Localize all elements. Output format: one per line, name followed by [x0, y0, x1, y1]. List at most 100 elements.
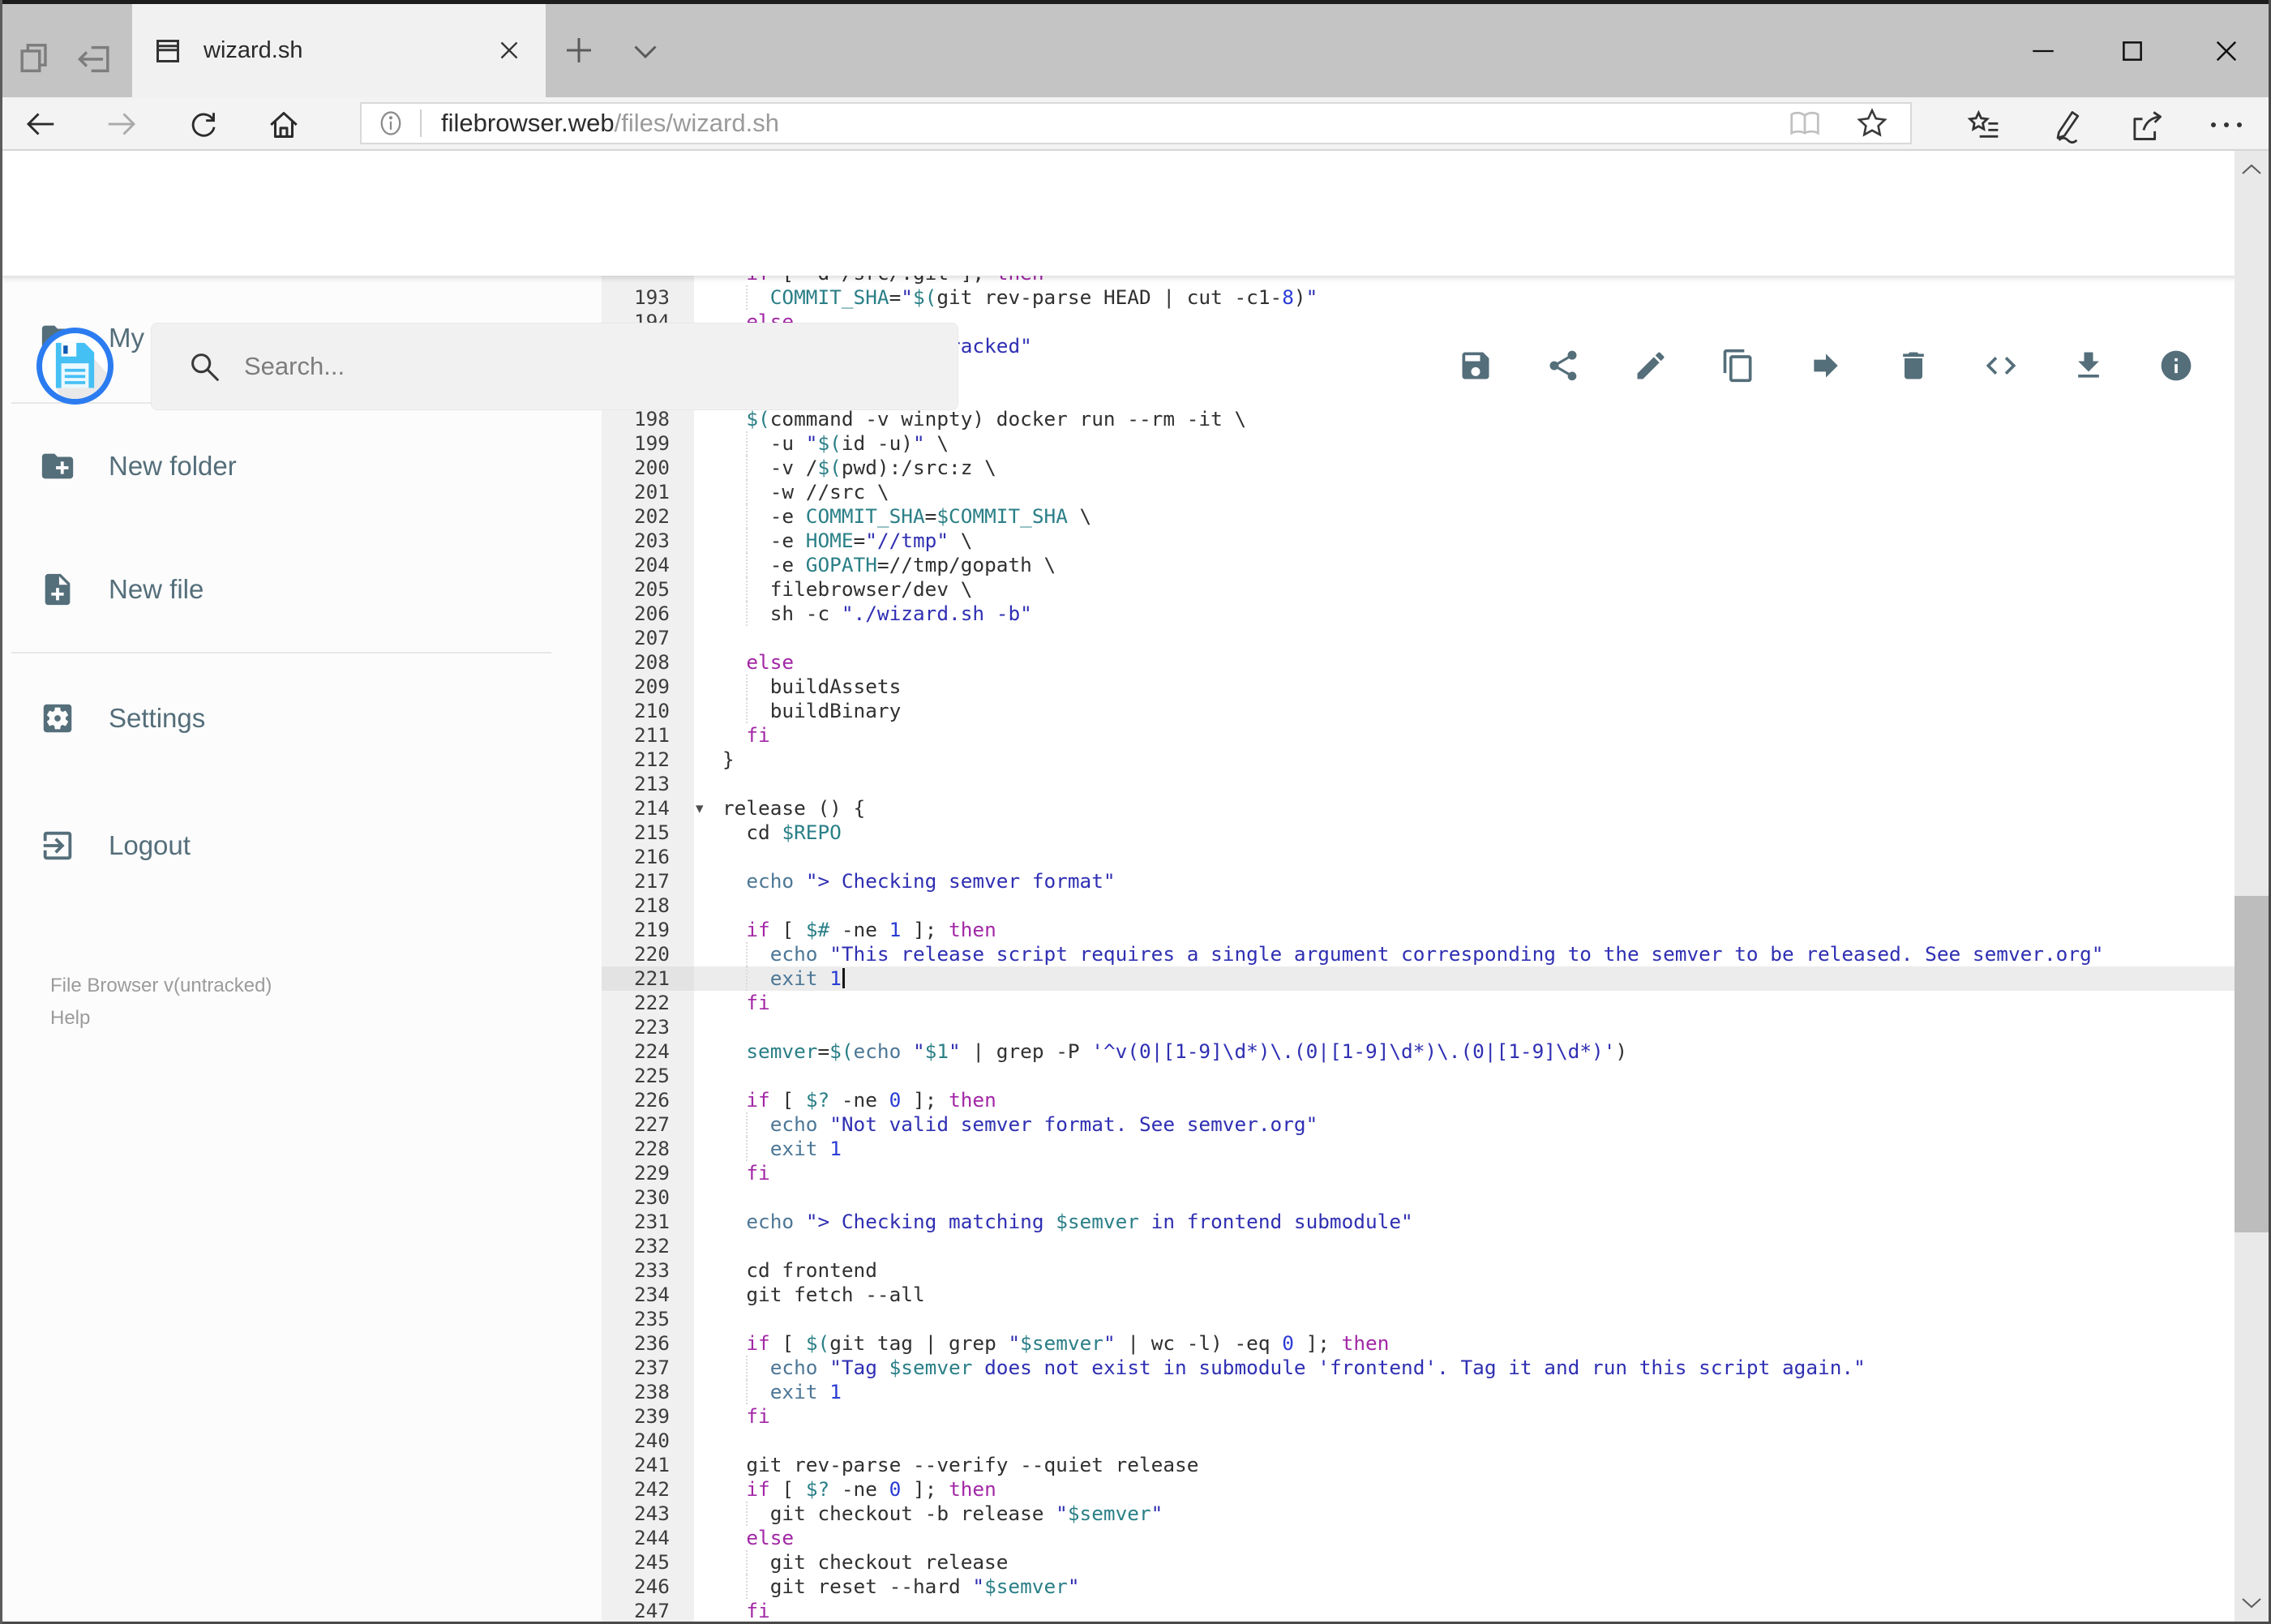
indent-guide: [746, 480, 748, 504]
code-line[interactable]: 200 -v /$(pwd):/src:z \: [602, 456, 2271, 480]
code-line[interactable]: 229 fi: [602, 1161, 2271, 1185]
help-link[interactable]: Help: [50, 1007, 90, 1030]
code-line[interactable]: 224 semver=$(echo "$1" | grep -P '^v(0|[…: [602, 1039, 2271, 1064]
code-line[interactable]: 225: [602, 1064, 2271, 1088]
sidebar-item-settings[interactable]: Settings: [0, 678, 602, 759]
move-icon[interactable]: [1808, 348, 1844, 384]
code-line[interactable]: 247 fi: [602, 1599, 2271, 1623]
app-version-link[interactable]: File Browser v(untracked): [50, 975, 272, 997]
new-tab-button[interactable]: [563, 34, 595, 66]
refresh-button[interactable]: [186, 108, 221, 140]
code-line[interactable]: 201 -w //src \: [602, 480, 2271, 504]
code-line[interactable]: 217 echo "> Checking semver format": [602, 869, 2271, 893]
tab-list-chevron-icon[interactable]: [629, 42, 662, 63]
code-line[interactable]: 232: [602, 1234, 2271, 1258]
code-line[interactable]: 202 -e COMMIT_SHA=$COMMIT_SHA \: [602, 504, 2271, 529]
window-close-button[interactable]: [2186, 20, 2267, 81]
address-bar-separator: [420, 109, 422, 137]
code-line[interactable]: 244 else: [602, 1526, 2271, 1550]
scroll-up-icon[interactable]: [2235, 156, 2269, 183]
code-line[interactable]: 233 cd frontend: [602, 1258, 2271, 1283]
code-line[interactable]: 220 echo "This release script requires a…: [602, 942, 2271, 966]
code-line[interactable]: 245 git checkout release: [602, 1550, 2271, 1575]
add-favorite-star-icon[interactable]: [1855, 106, 1889, 140]
code-line[interactable]: 203 -e HOME="//tmp" \: [602, 529, 2271, 553]
code-line[interactable]: 218: [602, 893, 2271, 918]
code-line[interactable]: 228 exit 1: [602, 1137, 2271, 1161]
scrollbar-thumb[interactable]: [2235, 896, 2269, 1232]
code-line[interactable]: 207: [602, 626, 2271, 650]
code-line[interactable]: 213: [602, 772, 2271, 796]
code-line[interactable]: 221 exit 1: [602, 966, 2271, 991]
code-line[interactable]: 208 else: [602, 650, 2271, 675]
home-button[interactable]: [266, 108, 302, 142]
more-options-icon[interactable]: [2207, 117, 2246, 133]
share-file-icon[interactable]: [1545, 348, 1581, 384]
info-icon[interactable]: [2158, 348, 2194, 384]
code-line[interactable]: 237 echo "Tag $semver does not exist in …: [602, 1356, 2271, 1380]
code-line[interactable]: 238 exit 1: [602, 1380, 2271, 1404]
code-line[interactable]: 198 $(command -v winpty) docker run --rm…: [602, 407, 2271, 431]
code-line[interactable]: 236 if [ $(git tag | grep "$semver" | wc…: [602, 1331, 2271, 1356]
address-bar[interactable]: filebrowser.web/files/wizard.sh: [360, 102, 1912, 144]
code-line[interactable]: 222 fi: [602, 991, 2271, 1015]
code-line[interactable]: 206 sh -c "./wizard.sh -b": [602, 602, 2271, 626]
code-line[interactable]: 242 if [ $? -ne 0 ]; then: [602, 1477, 2271, 1502]
scroll-down-icon[interactable]: [2235, 1589, 2269, 1617]
back-button[interactable]: [23, 108, 58, 140]
code-line[interactable]: 209 buildAssets: [602, 675, 2271, 699]
code-line[interactable]: 199 -u "$(id -u)" \: [602, 431, 2271, 456]
code-line[interactable]: 230: [602, 1185, 2271, 1210]
code-line[interactable]: 193 COMMIT_SHA="$(git rev-parse HEAD | c…: [602, 285, 2271, 310]
code-line[interactable]: 210 buildBinary: [602, 699, 2271, 723]
code-line[interactable]: 240: [602, 1429, 2271, 1453]
code-line[interactable]: 214 ▾ release () {: [602, 796, 2271, 821]
save-icon[interactable]: [1458, 348, 1493, 384]
search-box[interactable]: [151, 323, 958, 410]
site-info-icon[interactable]: [376, 109, 405, 138]
code-line[interactable]: if [ -d /src/.git ]; then: [602, 276, 2271, 285]
forward-button[interactable]: [104, 108, 139, 140]
sidebar-item-logout[interactable]: Logout: [0, 805, 602, 886]
code-line[interactable]: 241 git rev-parse --verify --quiet relea…: [602, 1453, 2271, 1477]
tab-close-icon[interactable]: [494, 35, 525, 66]
code-line[interactable]: 212}: [602, 748, 2271, 772]
code-line[interactable]: 216: [602, 845, 2271, 869]
code-line[interactable]: 215 cd $REPO: [602, 821, 2271, 845]
code-line[interactable]: 246 git reset --hard "$semver": [602, 1575, 2271, 1599]
tab-preview-icon[interactable]: [16, 41, 54, 78]
sidebar-item-new-file[interactable]: New file: [0, 549, 602, 630]
code-line[interactable]: 234 git fetch --all: [602, 1283, 2271, 1307]
code-line[interactable]: 243 git checkout -b release "$semver": [602, 1502, 2271, 1526]
set-tabs-aside-icon[interactable]: [76, 41, 114, 78]
code-line[interactable]: 205 filebrowser/dev \: [602, 577, 2271, 602]
code-line[interactable]: 204 -e GOPATH=//tmp/gopath \: [602, 553, 2271, 577]
share-icon[interactable]: [2129, 109, 2165, 143]
window-minimize-button[interactable]: [2003, 20, 2084, 81]
code-line[interactable]: 226 if [ $? -ne 0 ]; then: [602, 1088, 2271, 1112]
search-input[interactable]: [242, 351, 958, 382]
window-maximize-button[interactable]: [2092, 20, 2173, 81]
delete-icon[interactable]: [1896, 348, 1931, 384]
code-line[interactable]: 239 fi: [602, 1404, 2271, 1429]
code-line[interactable]: 223: [602, 1015, 2271, 1039]
url-text[interactable]: filebrowser.web/files/wizard.sh: [441, 109, 779, 138]
code-line[interactable]: 211 fi: [602, 723, 2271, 748]
filebrowser-logo[interactable]: [36, 328, 114, 405]
edit-icon[interactable]: [1633, 348, 1669, 384]
download-icon[interactable]: [2071, 348, 2106, 384]
code-line[interactable]: 227 echo "Not valid semver format. See s…: [602, 1112, 2271, 1137]
code-line[interactable]: 231 echo "> Checking matching $semver in…: [602, 1210, 2271, 1234]
page-scrollbar[interactable]: [2235, 151, 2269, 1622]
reading-view-icon[interactable]: [1787, 108, 1823, 139]
code-line[interactable]: 219 if [ $# -ne 1 ]; then: [602, 918, 2271, 942]
code-view-icon[interactable]: [1983, 348, 2019, 384]
annotate-pen-icon[interactable]: [2049, 108, 2085, 144]
browser-tab[interactable]: wizard.sh: [132, 4, 546, 97]
code-area[interactable]: if [ -d /src/.git ]; then193 COMMIT_SHA=…: [602, 276, 2271, 1623]
code-editor[interactable]: if [ -d /src/.git ]; then193 COMMIT_SHA=…: [602, 276, 2271, 1624]
hub-favorites-icon[interactable]: [1966, 109, 2002, 142]
sidebar-item-new-folder[interactable]: New folder: [0, 426, 602, 507]
code-line[interactable]: 235: [602, 1307, 2271, 1331]
copy-icon[interactable]: [1720, 348, 1756, 384]
